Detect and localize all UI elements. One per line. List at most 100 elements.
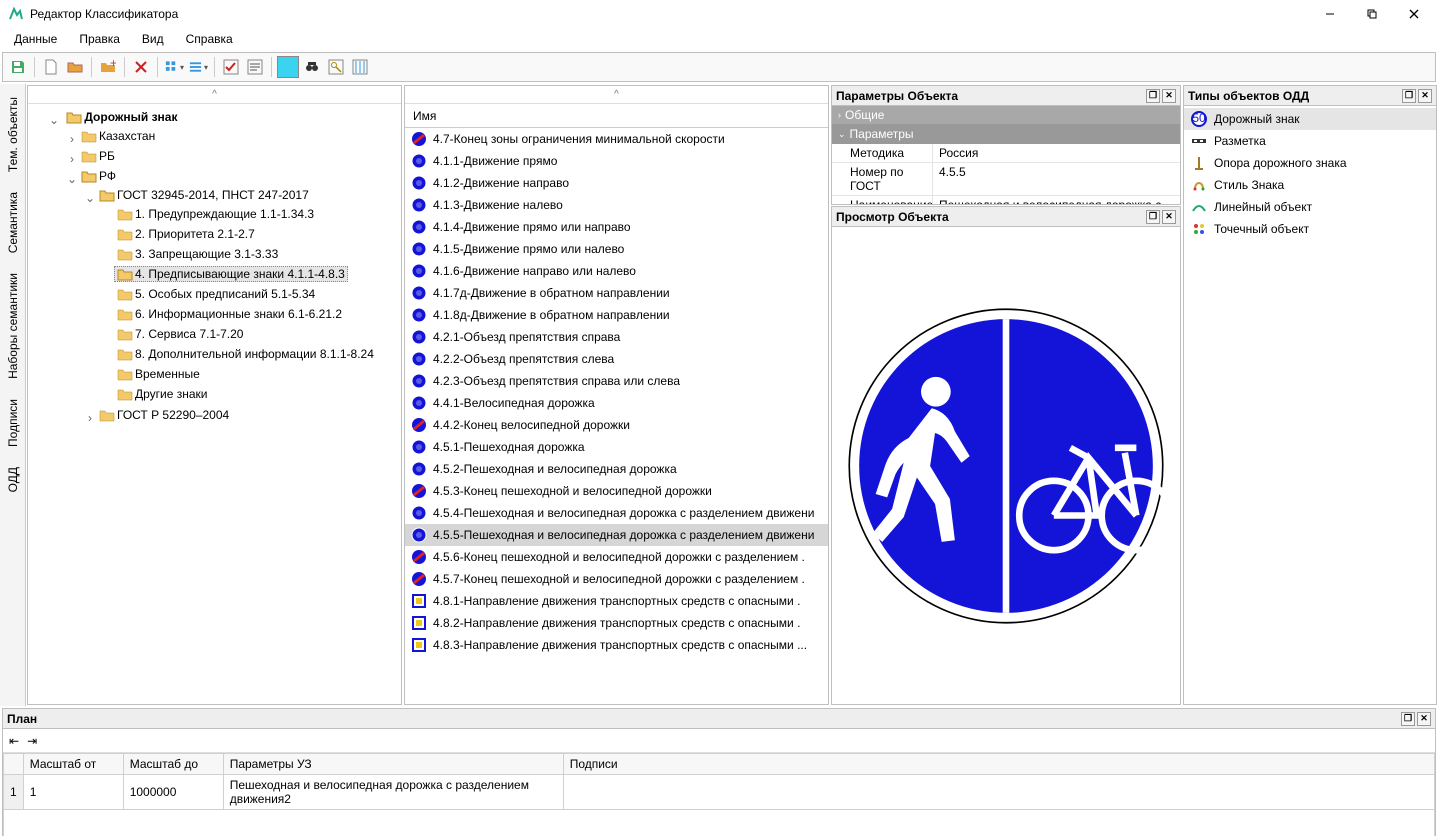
list-item[interactable]: 4.1.1-Движение прямо — [405, 150, 828, 172]
panel-float-icon[interactable]: ❐ — [1401, 712, 1415, 726]
plan-indent-right-icon[interactable]: ⇥ — [27, 734, 37, 748]
save-icon[interactable] — [7, 56, 29, 78]
open-folder-icon[interactable] — [64, 56, 86, 78]
list-item[interactable]: 4.2.1-Объезд препятствия справа — [405, 326, 828, 348]
menu-view[interactable]: Вид — [132, 30, 174, 48]
tree-root[interactable]: Дорожный знак — [63, 109, 180, 125]
tree-node-cat4[interactable]: 4. Предписывающие знаки 4.1.1-4.8.3 — [114, 266, 348, 282]
tree-node-gost1[interactable]: ГОСТ 32945-2014, ПНСТ 247-2017 — [96, 187, 312, 203]
tree-node-other[interactable]: Другие знаки — [114, 386, 211, 402]
dock-tab-odd[interactable]: ОДД — [2, 458, 24, 501]
expand-icon[interactable]: ⌄ — [48, 113, 60, 127]
tree-node-tmp[interactable]: Временные — [114, 366, 203, 382]
list-item[interactable]: 4.2.3-Объезд препятствия справа или слев… — [405, 370, 828, 392]
list-item[interactable]: 4.1.6-Движение направо или налево — [405, 260, 828, 282]
list-item[interactable]: 4.1.5-Движение прямо или налево — [405, 238, 828, 260]
list-item[interactable]: 4.5.5-Пешеходная и велосипедная дорожка … — [405, 524, 828, 546]
params-grid[interactable]: ›Общие ⌄Параметры МетодикаРоссияНомер по… — [832, 106, 1180, 204]
tree-node-rf[interactable]: РФ — [78, 168, 119, 184]
tree-node-kz[interactable]: Казахстан — [78, 128, 158, 144]
list-item[interactable]: 4.1.2-Движение направо — [405, 172, 828, 194]
plan-indent-left-icon[interactable]: ⇤ — [9, 734, 19, 748]
panel-float-icon[interactable]: ❐ — [1146, 210, 1160, 224]
tree-node-cat5[interactable]: 5. Особых предписаний 5.1-5.34 — [114, 286, 318, 302]
panel-float-icon[interactable]: ❐ — [1146, 89, 1160, 103]
menu-help[interactable]: Справка — [176, 30, 243, 48]
table-row[interactable]: 1 1 1000000 Пешеходная и велосипедная до… — [4, 775, 1435, 810]
list-item[interactable]: 4.1.7д-Движение в обратном направлении — [405, 282, 828, 304]
tree-node-cat7[interactable]: 7. Сервиса 7.1-7.20 — [114, 326, 246, 342]
tree-node-gost2[interactable]: ГОСТ Р 52290–2004 — [96, 407, 232, 423]
close-button[interactable] — [1402, 4, 1426, 24]
param-row[interactable]: Номер по ГОСТ4.5.5 — [832, 163, 1180, 196]
list-item[interactable]: 4.8.3-Направление движения транспортных … — [405, 634, 828, 656]
minimize-button[interactable] — [1318, 4, 1342, 24]
param-value[interactable]: Россия — [932, 144, 1180, 162]
expand-icon[interactable]: ⌄ — [84, 191, 96, 205]
check-icon[interactable] — [220, 56, 242, 78]
list-item[interactable]: 4.8.1-Направление движения транспортных … — [405, 590, 828, 612]
list-item[interactable]: 4.4.1-Велосипедная дорожка — [405, 392, 828, 414]
tree-sort-indicator[interactable]: ^ — [28, 86, 401, 104]
dock-tab-semantic-sets[interactable]: Наборы семантики — [2, 264, 24, 388]
expand-icon[interactable]: › — [66, 132, 78, 146]
params-group-common[interactable]: ›Общие — [832, 106, 1180, 125]
expand-icon[interactable]: › — [84, 411, 96, 425]
grid-view-icon[interactable] — [163, 56, 185, 78]
param-row[interactable]: НаименованиеПешеходная и велосипедная до… — [832, 196, 1180, 204]
tree-node-cat3[interactable]: 3. Запрещающие 3.1-3.33 — [114, 246, 281, 262]
list-item[interactable]: 4.1.8д-Движение в обратном направлении — [405, 304, 828, 326]
tree-node-cat1[interactable]: 1. Предупреждающие 1.1-1.34.3 — [114, 206, 317, 222]
col-labels[interactable]: Подписи — [563, 754, 1434, 775]
params-group-params[interactable]: ⌄Параметры — [832, 125, 1180, 144]
param-value[interactable]: 4.5.5 — [932, 163, 1180, 195]
param-value[interactable]: Пешеходная и велосипедная дорожка с ... — [932, 196, 1180, 204]
panel-close-icon[interactable]: ✕ — [1417, 712, 1431, 726]
list-item[interactable]: 4.5.4-Пешеходная и велосипедная дорожка … — [405, 502, 828, 524]
list-item[interactable]: 4.1.4-Движение прямо или направо — [405, 216, 828, 238]
menu-edit[interactable]: Правка — [69, 30, 130, 48]
plan-table[interactable]: Масштаб от Масштаб до Параметры УЗ Подпи… — [3, 753, 1435, 836]
odd-list-item[interactable]: Опора дорожного знака — [1184, 152, 1436, 174]
tree-node-cat6[interactable]: 6. Информационные знаки 6.1-6.21.2 — [114, 306, 345, 322]
panel-close-icon[interactable]: ✕ — [1162, 89, 1176, 103]
menu-data[interactable]: Данные — [4, 30, 67, 48]
blue-square-1-icon[interactable] — [277, 56, 299, 78]
col-scale-to[interactable]: Масштаб до — [123, 754, 223, 775]
col-uz-params[interactable]: Параметры УЗ — [223, 754, 563, 775]
list-item[interactable]: 4.4.2-Конец велосипедной дорожки — [405, 414, 828, 436]
paragraph-icon[interactable] — [244, 56, 266, 78]
ruler-icon[interactable] — [349, 56, 371, 78]
new-doc-icon[interactable] — [40, 56, 62, 78]
binoculars-icon[interactable] — [301, 56, 323, 78]
list-body[interactable]: 4.7-Конец зоны ограничения минимальной с… — [405, 128, 828, 704]
panel-float-icon[interactable]: ❐ — [1402, 89, 1416, 103]
list-item[interactable]: 4.5.2-Пешеходная и велосипедная дорожка — [405, 458, 828, 480]
list-item[interactable]: 4.5.3-Конец пешеходной и велосипедной до… — [405, 480, 828, 502]
panel-close-icon[interactable]: ✕ — [1162, 210, 1176, 224]
dock-tab-semantics[interactable]: Семантика — [2, 183, 24, 262]
list-item[interactable]: 4.5.6-Конец пешеходной и велосипедной до… — [405, 546, 828, 568]
list-item[interactable]: 4.2.2-Объезд препятствия слева — [405, 348, 828, 370]
list-item[interactable]: 4.8.2-Направление движения транспортных … — [405, 612, 828, 634]
delete-icon[interactable] — [130, 56, 152, 78]
tree-node-rb[interactable]: РБ — [78, 148, 118, 164]
panel-close-icon[interactable]: ✕ — [1418, 89, 1432, 103]
odd-list-item[interactable]: Линейный объект — [1184, 196, 1436, 218]
expand-icon[interactable]: ⌄ — [66, 172, 78, 186]
odd-list-item[interactable]: Стиль Знака — [1184, 174, 1436, 196]
tree-node-cat2[interactable]: 2. Приоритета 2.1-2.7 — [114, 226, 258, 242]
list-item[interactable]: 4.7-Конец зоны ограничения минимальной с… — [405, 128, 828, 150]
maximize-button[interactable] — [1360, 4, 1384, 24]
odd-list-item[interactable]: 50Дорожный знак — [1184, 108, 1436, 130]
list-view-icon[interactable] — [187, 56, 209, 78]
list-item[interactable]: 4.5.1-Пешеходная дорожка — [405, 436, 828, 458]
list-header-name[interactable]: Имя — [405, 104, 828, 128]
dock-tab-tem-objects[interactable]: Тем. объекты — [2, 88, 24, 181]
list-sort-indicator[interactable]: ^ — [405, 86, 828, 104]
tree-node-cat8[interactable]: 8. Дополнительной информации 8.1.1-8.24 — [114, 346, 377, 362]
expand-icon[interactable]: › — [66, 152, 78, 166]
dock-tab-labels[interactable]: Подписи — [2, 390, 24, 456]
new-folder-icon[interactable]: + — [97, 56, 119, 78]
odd-list-item[interactable]: Разметка — [1184, 130, 1436, 152]
